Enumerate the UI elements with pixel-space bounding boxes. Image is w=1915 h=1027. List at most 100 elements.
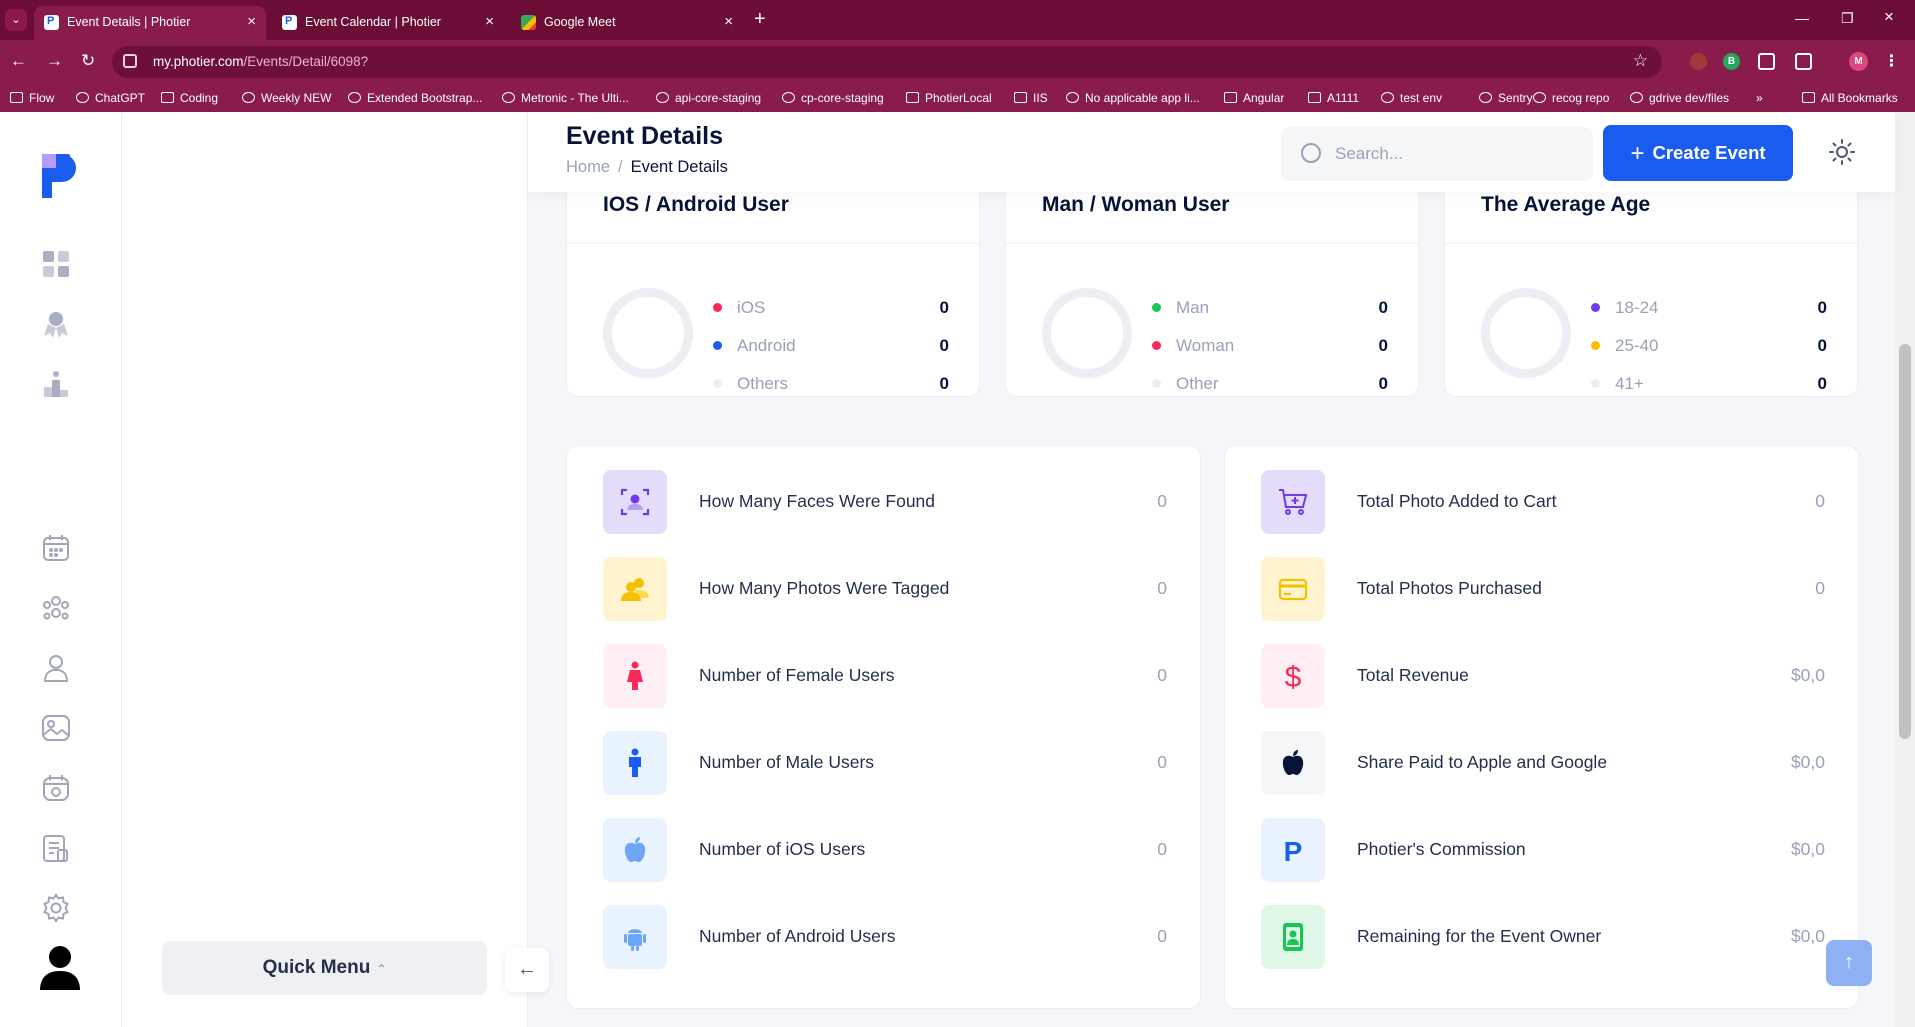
minimize-icon[interactable]: — [1795, 10, 1809, 26]
calendar-icon[interactable] [40, 532, 76, 568]
scroll-to-top-button[interactable]: ↑ [1826, 940, 1872, 986]
metric-value: 0 [1157, 752, 1167, 772]
extensions-puzzle-icon[interactable] [1795, 53, 1812, 70]
bookmark-item[interactable]: A1111 [1308, 91, 1359, 105]
legend-item: 18-24 0 [1591, 296, 1827, 320]
metric-label: Number of Female Users [699, 665, 895, 685]
quick-menu-button[interactable]: Quick Menu ⌃ [162, 941, 487, 995]
podium-icon[interactable] [40, 368, 76, 404]
metric-value: 0 [1815, 491, 1825, 511]
legend-label: 18-24 [1615, 298, 1659, 317]
screenshot-extension-icon[interactable] [1758, 53, 1775, 70]
bookmarks-overflow-icon[interactable]: » [1756, 91, 1763, 105]
bookmark-item[interactable]: No applicable app li... [1066, 91, 1200, 105]
bookmark-item[interactable]: recog repo [1533, 91, 1609, 105]
legend-value: 0 [939, 298, 949, 317]
bookmark-label: Extended Bootstrap... [367, 91, 483, 105]
forward-arrow-icon[interactable]: → [46, 51, 63, 71]
tab-close-icon[interactable]: × [485, 13, 494, 30]
bookmark-item[interactable]: Coding [161, 91, 218, 105]
bookmark-item[interactable]: test env [1381, 91, 1442, 105]
apple-icon [603, 818, 667, 882]
users-tag-icon [603, 557, 667, 621]
search-box[interactable] [1281, 127, 1593, 181]
legend-label: Other [1176, 374, 1219, 393]
window-close-icon[interactable]: × [1884, 7, 1894, 27]
tab-search-chevron-icon[interactable]: ⌄ [5, 9, 27, 31]
arrow-up-icon: ↑ [1844, 951, 1854, 973]
people-icon[interactable] [40, 592, 76, 628]
new-tab-plus-icon[interactable]: + [754, 8, 766, 31]
stat-card-title: IOS / Android User [603, 193, 789, 216]
svg-text:$: $ [1285, 661, 1302, 692]
bookmark-item[interactable]: ChatGPT [76, 91, 145, 105]
photier-favicon-icon [282, 15, 297, 30]
user-icon[interactable] [40, 652, 76, 688]
list-item: Number of Male Users 0 [603, 731, 1167, 795]
breadcrumb-separator: / [618, 158, 623, 176]
legend-item: Others 0 [713, 372, 949, 396]
tab-close-icon[interactable]: × [247, 13, 256, 30]
photier-logo[interactable] [42, 154, 76, 198]
bookmark-label: A1111 [1327, 91, 1360, 105]
scrollbar-thumb[interactable] [1899, 344, 1911, 739]
calendar-camera-icon[interactable] [40, 772, 76, 808]
theme-toggle-sun-icon[interactable] [1828, 138, 1856, 166]
tab-event-details[interactable]: Event Details | Photier × [34, 6, 266, 40]
legend-dot [1152, 379, 1161, 388]
bookmark-item[interactable]: api-core-staging [656, 91, 761, 105]
url-text[interactable]: my.photier.com/Events/Detail/6098? [153, 54, 368, 69]
url-host: my.photier.com [153, 54, 244, 69]
bookmark-item[interactable]: IIS [1014, 91, 1048, 105]
bookmark-item[interactable]: All Bookmarks [1802, 91, 1898, 105]
create-event-button[interactable]: + Create Event [1603, 125, 1793, 181]
list-item: How Many Faces Were Found 0 [603, 470, 1167, 534]
bookmark-item[interactable]: Extended Bootstrap... [348, 91, 482, 105]
legend-label: Man [1176, 298, 1210, 317]
extension-b-icon[interactable]: B [1723, 53, 1740, 70]
app-root: Quick Menu ⌃ ← Event Details Home / Event D… [0, 112, 1915, 1027]
award-icon[interactable] [40, 308, 76, 344]
reload-icon[interactable]: ↻ [81, 51, 95, 71]
bookmark-item[interactable]: PhotierLocal [906, 91, 992, 105]
bookmark-star-icon[interactable]: ☆ [1633, 51, 1648, 71]
bookmark-label: Angular [1243, 91, 1285, 105]
tab-event-calendar[interactable]: Event Calendar | Photier × [272, 6, 504, 40]
browser-menu-icon[interactable]: ⋮ [1883, 53, 1900, 70]
donut-chart [1042, 288, 1132, 378]
profile-avatar[interactable]: M [1849, 52, 1868, 71]
apple-icon [1261, 731, 1325, 795]
tab-close-icon[interactable]: × [724, 13, 733, 30]
metric-value: 0 [1157, 926, 1167, 946]
back-arrow-icon[interactable]: ← [10, 51, 27, 71]
search-input[interactable] [1335, 140, 1575, 168]
bookmark-item[interactable]: Metronic - The Ulti... [502, 91, 629, 105]
bookmark-item[interactable]: gdrive dev/files [1630, 91, 1729, 105]
gear-icon[interactable] [40, 892, 76, 928]
image-icon[interactable] [40, 712, 76, 748]
extension-icon[interactable] [1690, 53, 1707, 70]
tab-title: Event Calendar | Photier [305, 15, 441, 29]
breadcrumb: Home / Event Details [566, 158, 728, 177]
tab-title: Google Meet [544, 15, 616, 29]
restore-icon[interactable]: ❐ [1841, 10, 1854, 27]
bookmark-item[interactable]: Angular [1224, 91, 1284, 105]
tab-google-meet[interactable]: Google Meet × [511, 6, 743, 40]
user-metrics-card: How Many Faces Were Found 0 How Many Pho… [566, 445, 1201, 1009]
bookmark-label: api-core-staging [675, 91, 762, 105]
page-scrollbar[interactable] [1895, 112, 1915, 1027]
avatar-icon[interactable] [38, 944, 82, 992]
url-path: /Events/Detail/6098? [243, 54, 369, 69]
site-settings-icon[interactable] [123, 54, 137, 68]
id-badge-icon [1261, 905, 1325, 969]
report-icon[interactable] [40, 832, 76, 868]
bookmark-item[interactable]: Sentry [1479, 91, 1533, 105]
url-omnibox[interactable]: my.photier.com/Events/Detail/6098? ☆ [112, 46, 1662, 78]
dashboard-icon[interactable] [40, 248, 76, 284]
breadcrumb-home[interactable]: Home [566, 158, 610, 176]
bookmark-item[interactable]: cp-core-staging [782, 91, 884, 105]
legend-value: 0 [1817, 298, 1827, 317]
bookmark-item[interactable]: Flow [10, 91, 54, 105]
bookmark-item[interactable]: Weekly NEW [242, 91, 331, 105]
metric-value: $0,0 [1790, 839, 1825, 859]
